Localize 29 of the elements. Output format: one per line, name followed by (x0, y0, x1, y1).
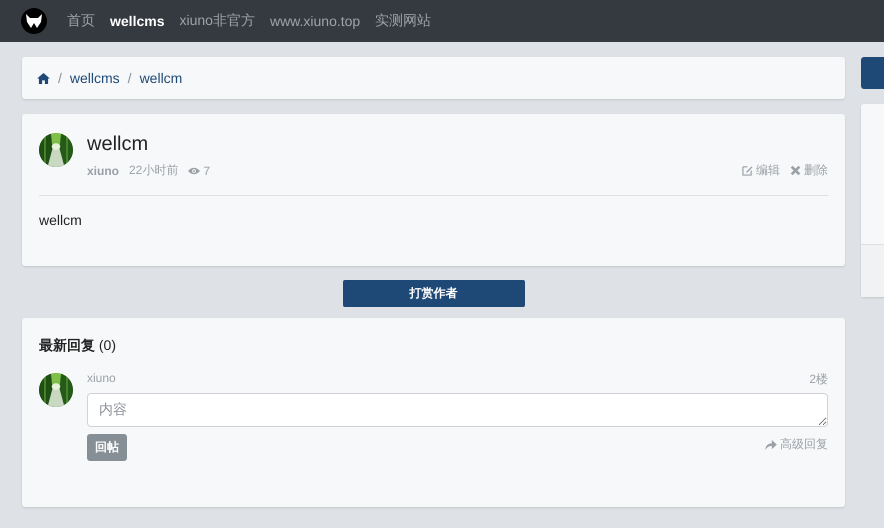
edit-link[interactable]: 编辑 (742, 162, 780, 179)
floor-number: 2楼 (809, 371, 828, 388)
post-time: 22小时前 (129, 162, 178, 179)
author-name: xiuno (87, 164, 119, 178)
author-name: xiuno (87, 371, 116, 387)
nav-link[interactable]: 首页 (67, 12, 95, 30)
view-count: 7 (203, 164, 210, 178)
nav-link[interactable]: wellcms (110, 13, 164, 29)
eye-icon (188, 166, 200, 174)
reply-button[interactable]: 回帖 (87, 434, 127, 461)
advanced-reply-link[interactable]: 高级回复 (765, 436, 828, 453)
post-content: wellcm (39, 212, 83, 228)
nav-link[interactable]: xiuno非官方 (179, 12, 255, 30)
logo-icon (21, 8, 47, 34)
breadcrumb-link[interactable]: wellcms (70, 70, 120, 86)
reply-input-field[interactable]: 内容 (87, 393, 828, 427)
thread-title: wellcm (87, 133, 150, 156)
nav-link[interactable]: www.xiuno.top (270, 13, 360, 29)
edit-icon (742, 165, 753, 176)
home-icon[interactable] (37, 72, 50, 84)
delete-link[interactable]: 删除 (790, 162, 828, 179)
close-icon (790, 165, 801, 176)
replies-heading: 最新回复 (0) (39, 337, 117, 355)
reward-button[interactable]: 打赏作者 (342, 280, 524, 307)
nav-link[interactable]: 实测网站 (375, 12, 432, 30)
breadcrumb-link[interactable]: wellcm (140, 70, 182, 86)
breadcrumb-separator: / (128, 70, 132, 86)
share-arrow-icon (765, 440, 777, 450)
breadcrumb-separator: / (58, 70, 62, 86)
